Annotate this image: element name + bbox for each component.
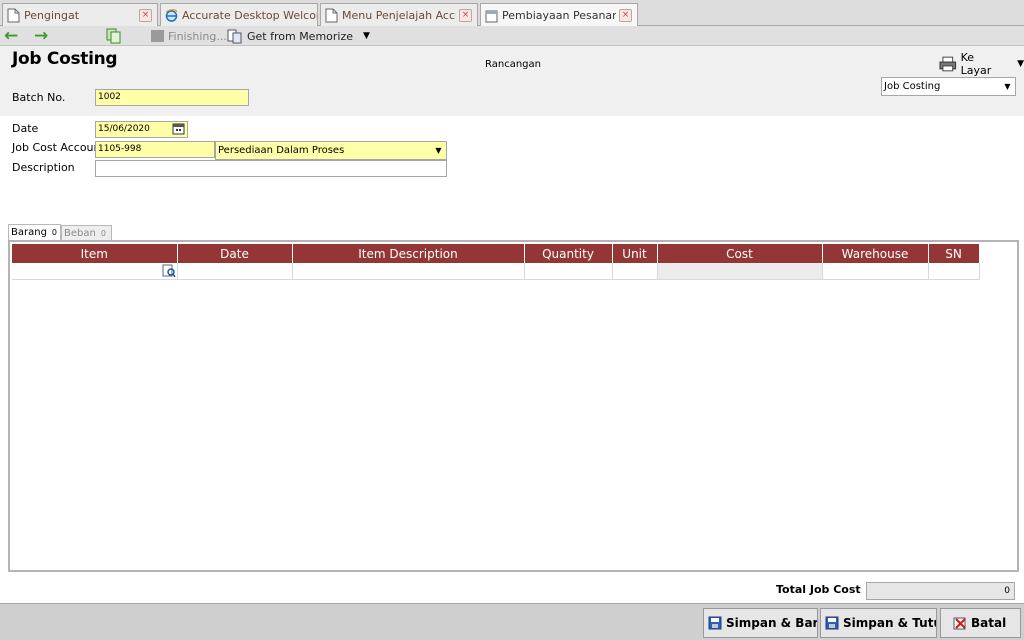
forward-button[interactable]: → bbox=[34, 27, 48, 45]
status-label: Rancangan bbox=[485, 59, 541, 70]
item-description-cell[interactable] bbox=[292, 263, 525, 280]
tab-count: 0 bbox=[51, 228, 58, 237]
description-label: Description bbox=[12, 161, 75, 174]
date-label: Date bbox=[12, 122, 39, 135]
chevron-down-icon[interactable]: ▼ bbox=[1000, 79, 1015, 94]
column-header-item[interactable]: Item bbox=[12, 244, 178, 263]
tab-beban[interactable]: Beban 0 bbox=[61, 225, 112, 241]
batch-no-field[interactable]: 1002 bbox=[95, 89, 249, 106]
tab-menu-penjelajah[interactable]: Menu Penjelajah Accur... × bbox=[320, 3, 478, 26]
calendar-icon bbox=[485, 10, 498, 23]
page-title: Job Costing bbox=[12, 49, 118, 69]
column-header-unit[interactable]: Unit bbox=[612, 244, 658, 263]
print-label: Ke Layar bbox=[960, 51, 992, 77]
close-icon[interactable]: × bbox=[619, 9, 632, 22]
document-icon bbox=[325, 8, 338, 22]
quantity-cell[interactable] bbox=[524, 263, 613, 280]
description-field[interactable] bbox=[95, 160, 447, 177]
job-cost-account-label: Job Cost Account bbox=[12, 141, 105, 154]
document-tab-strip: Pengingat × Accurate Desktop Welcome... … bbox=[0, 0, 1024, 27]
unit-cell[interactable] bbox=[612, 263, 658, 280]
date-field[interactable]: 15/06/2020 bbox=[95, 121, 188, 138]
finishing-button[interactable]: Finishing... bbox=[151, 27, 227, 45]
items-grid-frame: Item Date Item Description Quantity Unit… bbox=[8, 240, 1019, 572]
column-header-item-description[interactable]: Item Description bbox=[292, 244, 525, 263]
table-header-row: Item Date Item Description Quantity Unit… bbox=[12, 244, 980, 263]
copy-icon bbox=[106, 28, 121, 44]
close-icon[interactable]: × bbox=[459, 8, 472, 22]
item-lookup-icon[interactable] bbox=[162, 264, 176, 278]
tab-count: 0 bbox=[100, 229, 106, 238]
toolbar: ← → Finishing... Get from Memorize ▼ bbox=[0, 26, 1024, 46]
item-cell[interactable] bbox=[12, 263, 178, 280]
account-name-select[interactable]: Persediaan Dalam Proses ▼ bbox=[215, 141, 447, 160]
table-row[interactable] bbox=[12, 263, 980, 280]
back-button[interactable]: ← bbox=[4, 27, 18, 45]
copy-button[interactable] bbox=[106, 27, 122, 45]
arrow-right-icon: → bbox=[34, 26, 49, 46]
date-cell[interactable] bbox=[177, 263, 293, 280]
memorize-label: Get from Memorize bbox=[247, 29, 354, 43]
tab-label: Barang bbox=[11, 227, 47, 238]
tab-barang[interactable]: Barang 0 bbox=[8, 224, 61, 241]
sn-cell[interactable] bbox=[928, 263, 980, 280]
save-and-new-label: Simpan & Baru bbox=[726, 616, 818, 630]
save-icon bbox=[708, 616, 722, 630]
tab-label: Accurate Desktop Welcome... bbox=[182, 8, 317, 22]
cancel-button[interactable]: Batal bbox=[940, 608, 1021, 638]
tab-label: Pembiayaan Pesanan ... bbox=[502, 9, 616, 22]
footer-bar: Simpan & Baru Simpan & Tutup Batal bbox=[0, 603, 1024, 640]
total-job-cost-label: Total Job Cost bbox=[776, 583, 861, 596]
save-icon bbox=[825, 616, 839, 630]
template-value: Job Costing bbox=[884, 81, 941, 92]
get-from-memorize-button[interactable]: Get from Memorize ▼ bbox=[227, 27, 370, 45]
template-select[interactable]: Job Costing ▼ bbox=[881, 77, 1016, 96]
tab-pembiayaan-pesanan[interactable]: Pembiayaan Pesanan ... × bbox=[480, 3, 638, 27]
column-header-sn[interactable]: SN bbox=[928, 244, 980, 263]
calendar-icon bbox=[172, 123, 185, 135]
printer-icon bbox=[939, 56, 957, 72]
save-and-new-button[interactable]: Simpan & Baru bbox=[703, 608, 818, 638]
calendar-picker-button[interactable] bbox=[170, 122, 187, 137]
memorize-icon bbox=[227, 29, 242, 44]
finishing-label: Finishing... bbox=[168, 29, 227, 43]
form-header: Job Costing Rancangan Ke Layar ▼ Job Cos… bbox=[0, 46, 1024, 116]
cancel-label: Batal bbox=[971, 616, 1007, 630]
column-header-date[interactable]: Date bbox=[177, 244, 293, 263]
items-table: Item Date Item Description Quantity Unit… bbox=[12, 244, 980, 280]
print-to-screen-button[interactable]: Ke Layar ▼ bbox=[939, 51, 1024, 77]
column-header-warehouse[interactable]: Warehouse bbox=[822, 244, 929, 263]
column-header-quantity[interactable]: Quantity bbox=[524, 244, 613, 263]
chevron-down-icon[interactable]: ▼ bbox=[431, 143, 446, 158]
cancel-icon bbox=[953, 617, 966, 630]
finishing-icon bbox=[151, 30, 164, 42]
chevron-down-icon[interactable]: ▼ bbox=[1017, 59, 1024, 69]
account-number-field[interactable]: 1105-998 bbox=[95, 141, 215, 158]
cost-cell bbox=[657, 263, 823, 280]
date-value: 15/06/2020 bbox=[98, 124, 150, 134]
close-icon[interactable]: × bbox=[139, 8, 152, 22]
tab-label: Beban bbox=[64, 228, 96, 239]
tab-label: Pengingat bbox=[24, 8, 80, 22]
batch-no-label: Batch No. bbox=[12, 91, 66, 104]
tab-label: Menu Penjelajah Accur... bbox=[342, 8, 456, 22]
arrow-left-icon: ← bbox=[4, 26, 19, 46]
chevron-down-icon[interactable]: ▼ bbox=[363, 31, 370, 41]
tab-welcome[interactable]: Accurate Desktop Welcome... bbox=[160, 3, 318, 26]
column-header-cost[interactable]: Cost bbox=[657, 244, 823, 263]
save-and-close-button[interactable]: Simpan & Tutup bbox=[820, 608, 937, 638]
document-icon bbox=[7, 8, 20, 22]
save-and-close-label: Simpan & Tutup bbox=[843, 616, 936, 630]
warehouse-cell[interactable] bbox=[822, 263, 929, 280]
ie-browser-icon bbox=[165, 8, 178, 22]
account-name-value: Persediaan Dalam Proses bbox=[218, 145, 345, 156]
tab-pengingat[interactable]: Pengingat × bbox=[2, 3, 158, 26]
total-job-cost-value: 0 bbox=[866, 582, 1015, 600]
